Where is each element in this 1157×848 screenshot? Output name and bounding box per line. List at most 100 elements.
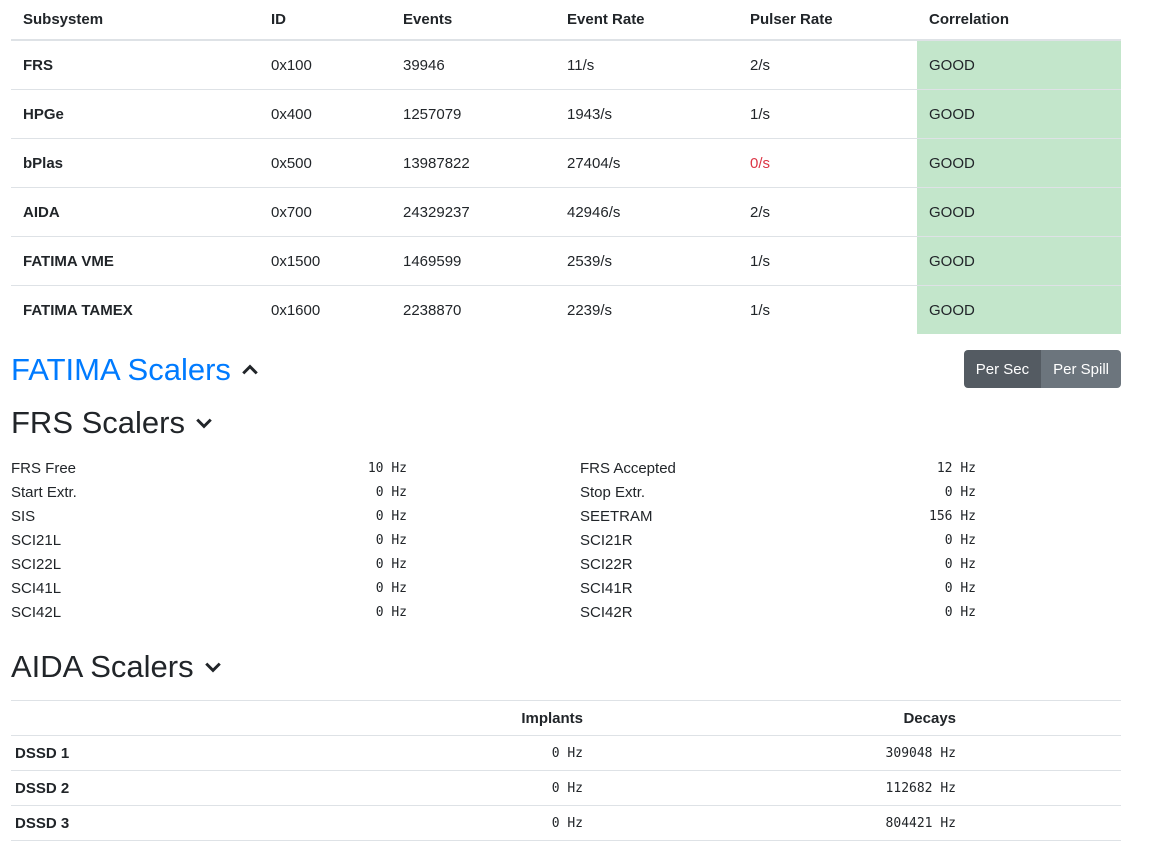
event-count: 13987822	[391, 138, 555, 188]
scaler-value: 10 Hz	[367, 460, 407, 476]
scaler-value: 12 Hz	[936, 460, 976, 476]
subsystem-name: bPlas	[11, 138, 259, 188]
event-rate: 27404/s	[555, 138, 738, 188]
pulser-rate: 1/s	[738, 285, 917, 334]
decays-rate: 309048 Hz	[587, 735, 960, 771]
scaler-label: SCI41R	[580, 579, 633, 597]
scaler-label: SCI42R	[580, 603, 633, 621]
subsystem-id: 0x1500	[259, 236, 391, 286]
col-header: Pulser Rate	[738, 0, 917, 41]
scaler-label: SCI22L	[11, 555, 62, 573]
subsystem-name: HPGe	[11, 89, 259, 139]
dssd-name: DSSD 2	[11, 770, 499, 806]
col-header: Event Rate	[555, 0, 738, 41]
subsystem-id: 0x500	[259, 138, 391, 188]
pulser-rate: 1/s	[738, 89, 917, 139]
scaler-label: SCI21L	[11, 531, 62, 549]
frs-scalers-toggle[interactable]: FRS Scalers	[11, 405, 213, 441]
scaler-value: 0 Hz	[375, 556, 407, 572]
dssd-name: DSSD 3	[11, 805, 499, 841]
event-count: 1469599	[391, 236, 555, 286]
scaler-label: SCI42L	[11, 603, 62, 621]
subsystem-id: 0x700	[259, 187, 391, 237]
col-header: Subsystem	[11, 0, 259, 41]
scaler-value: 0 Hz	[375, 484, 407, 500]
scaler-row: FRS Free 10 Hz	[11, 456, 407, 480]
col-header: ID	[259, 0, 391, 41]
col-header: Events	[391, 0, 555, 41]
col-header	[11, 700, 499, 736]
event-rate: 11/s	[567, 56, 595, 74]
fatima-scalers-toggle[interactable]: FATIMA Scalers	[11, 352, 259, 388]
event-rate: 42946/s	[555, 187, 738, 237]
subsystem-name: AIDA	[11, 187, 259, 237]
subsystem-name: FRS	[23, 56, 53, 74]
correlation-status: GOOD	[917, 236, 1121, 286]
table-row: FATIMA TAMEX 0x1600 2238870 2239/s 1/s GOOD	[11, 285, 1121, 334]
table-row: bPlas 0x500 13987822 27404/s 0/s GOOD	[11, 138, 1121, 188]
pulser-rate: 0/s	[738, 138, 917, 188]
scaler-value: 0 Hz	[944, 604, 976, 620]
decays-rate: 112682 Hz	[587, 770, 960, 806]
scaler-label: SCI22R	[580, 555, 633, 573]
per-spill-button[interactable]: Per Spill	[1041, 350, 1121, 388]
table-row: FATIMA VME 0x1500 1469599 2539/s 1/s GOOD	[11, 236, 1121, 286]
scaler-row: SCI42R 0 Hz	[580, 600, 976, 624]
event-count: 39946	[403, 56, 445, 74]
pulser-rate: 2/s	[750, 56, 771, 74]
chevron-down-icon	[196, 418, 212, 429]
scaler-value: 0 Hz	[375, 604, 407, 620]
event-rate: 2239/s	[555, 285, 738, 334]
decays-rate: 804421 Hz	[587, 805, 960, 841]
scaler-label: FRS Accepted	[580, 459, 676, 477]
correlation-status: GOOD	[917, 285, 1121, 334]
scaler-row: SEETRAM 156 Hz	[580, 504, 976, 528]
scaler-row: SCI41R 0 Hz	[580, 576, 976, 600]
correlation-status: GOOD	[917, 40, 1121, 90]
scaler-row: SCI42L 0 Hz	[11, 600, 407, 624]
implants-rate: 0 Hz	[499, 735, 587, 771]
subsystem-id: 0x1600	[259, 285, 391, 334]
scaler-row: SCI21L 0 Hz	[11, 528, 407, 552]
table-row: AIDA 0x700 24329237 42946/s 2/s GOOD	[11, 187, 1121, 237]
implants-rate: 0 Hz	[499, 770, 587, 806]
aida-scalers-toggle[interactable]: AIDA Scalers	[11, 649, 222, 685]
scaler-label: SIS	[11, 507, 36, 525]
implants-rate: 0 Hz	[499, 805, 587, 841]
event-count: 24329237	[391, 187, 555, 237]
section-title: FATIMA Scalers	[11, 352, 231, 387]
scaler-value: 0 Hz	[944, 484, 976, 500]
col-header: Decays	[587, 700, 960, 736]
event-rate: 1943/s	[555, 89, 738, 139]
dssd-name: DSSD 1	[11, 735, 499, 771]
scaler-label: FRS Free	[11, 459, 77, 477]
scaler-label: SCI41L	[11, 579, 62, 597]
scaler-value: 0 Hz	[944, 580, 976, 596]
aida-scaler-table: Implants Decays DSSD 10 Hz 309048 Hz DSSD …	[11, 700, 1121, 841]
event-count: 1257079	[391, 89, 555, 139]
subsystem-id: 0x100	[271, 56, 312, 74]
scaler-row: SCI21R 0 Hz	[580, 528, 976, 552]
correlation-status: GOOD	[917, 138, 1121, 188]
frs-scaler-grid: FRS Free 10 Hz Start Extr. 0 Hz SIS 0 Hz SCI21…	[11, 456, 1121, 624]
event-count: 2238870	[391, 285, 555, 334]
scaler-value: 0 Hz	[944, 556, 976, 572]
scaler-row: SCI22L 0 Hz	[11, 552, 407, 576]
rate-mode-toggle: Per Sec Per Spill	[963, 350, 1121, 388]
scaler-row: SCI22R 0 Hz	[580, 552, 976, 576]
table-row: DSSD 30 Hz 804421 Hz	[11, 805, 1121, 841]
scaler-label: SEETRAM	[580, 507, 653, 525]
scaler-value: 0 Hz	[375, 580, 407, 596]
scaler-row: Start Extr. 0 Hz	[11, 480, 407, 504]
col-header: Correlation	[917, 0, 1121, 41]
correlation-status: GOOD	[917, 89, 1121, 139]
per-sec-button[interactable]: Per Sec	[963, 350, 1042, 388]
table-row: DSSD 10 Hz 309048 Hz	[11, 735, 1121, 771]
scaler-label: Stop Extr.	[580, 483, 646, 501]
subsystem-id: 0x400	[259, 89, 391, 139]
pulser-rate: 2/s	[738, 187, 917, 237]
event-rate: 2539/s	[555, 236, 738, 286]
chevron-up-icon	[242, 364, 258, 375]
scaler-value: 0 Hz	[944, 532, 976, 548]
scaler-row: FRS Accepted 12 Hz	[580, 456, 976, 480]
